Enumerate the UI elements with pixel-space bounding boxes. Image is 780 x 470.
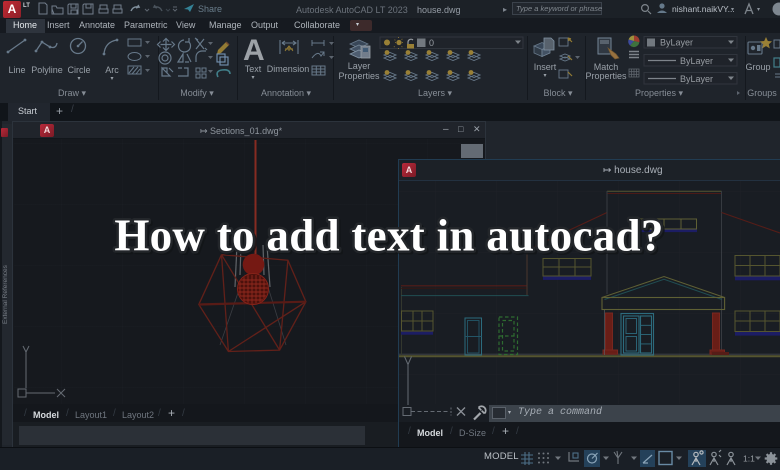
svg-text:How to add text in autocad?: How to add text in autocad? [114,211,663,261]
